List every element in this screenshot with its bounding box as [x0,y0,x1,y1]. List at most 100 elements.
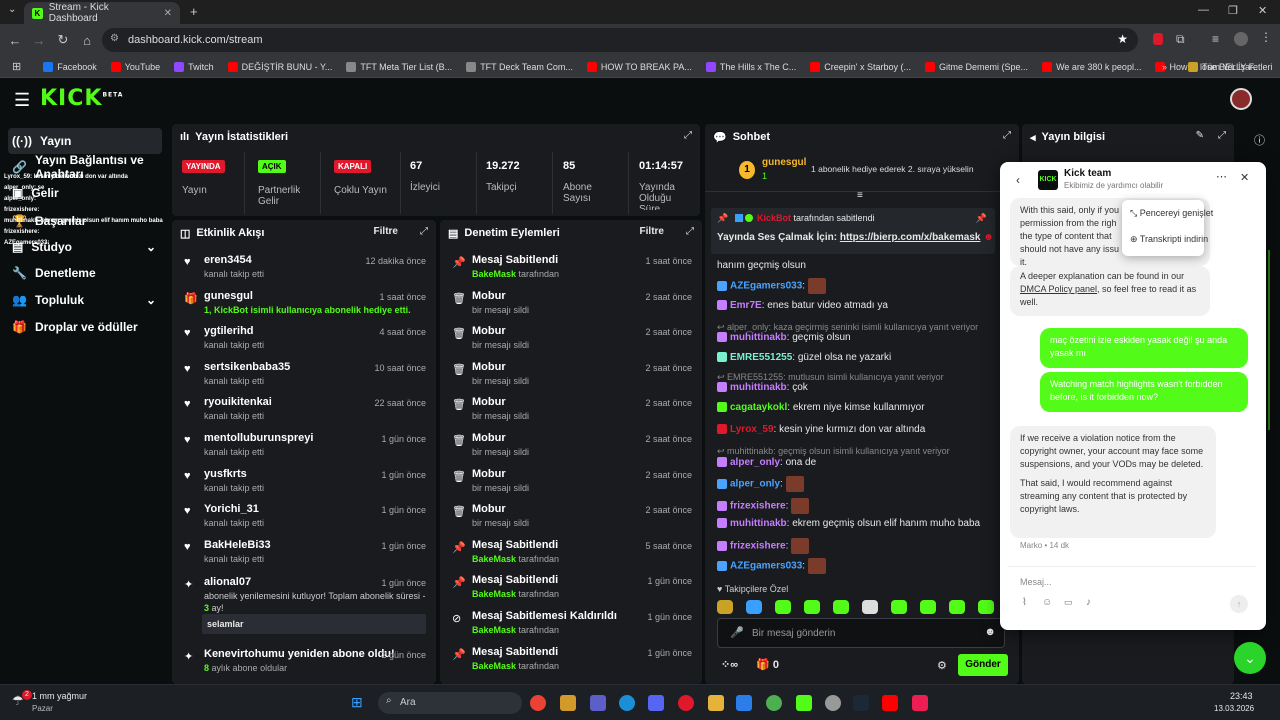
tab-close-icon[interactable]: ✕ [164,8,172,19]
moderator-name[interactable]: BakeMask [472,589,516,599]
chat-username[interactable]: alper_only [730,479,780,490]
kick-logo[interactable]: KICKBETA [40,86,123,111]
close-icon[interactable]: ✕ [1240,171,1249,184]
opera-icon[interactable] [678,695,694,711]
app-icon[interactable] [825,695,841,711]
back-icon[interactable]: ‹ [1016,173,1020,187]
gift-icon[interactable]: 🎁 [756,659,770,671]
forward-icon[interactable]: → [32,33,46,48]
mic-icon[interactable]: 🎤 [730,626,744,639]
chat-username[interactable]: muhittinakb [730,382,787,393]
event-user[interactable]: ryouikitenkai [204,396,272,408]
chrome-icon[interactable] [530,695,546,711]
weather-text[interactable]: 1 mm yağmur [32,691,87,701]
chat-username[interactable]: Lyrox_59 [730,424,774,435]
filter-button[interactable]: Filtre [640,226,664,237]
emote-icon[interactable] [833,600,849,614]
edit-icon[interactable]: ✎ [1196,130,1204,141]
support-launcher-button[interactable]: ⌄ [1234,642,1266,674]
support-input[interactable]: Mesaj... ⌇ ☺ ▭ ♪ ↑ [1008,566,1256,622]
media-icon[interactable]: ≡ [1212,32,1219,46]
unpin-icon[interactable]: 📌 [976,213,987,224]
send-button[interactable]: Gönder [958,654,1008,676]
extensions-puzzle-icon[interactable]: ⧉ [1176,32,1185,47]
event-user[interactable]: BakHeleBi33 [204,539,271,551]
kick-app-icon[interactable] [796,695,812,711]
event-user[interactable]: Yorichi_31 [204,503,259,515]
top-gifter-name[interactable]: gunesgul [762,157,806,168]
sidebar-item-denetleme[interactable]: 🔧 Denetleme [8,260,162,286]
emote-icon[interactable] [804,600,820,614]
emote-icon[interactable] [862,600,878,614]
bookmark-item[interactable]: We are 380 k peopl... [1042,61,1141,72]
extension-icon[interactable] [1153,33,1163,45]
user-avatar[interactable] [1230,88,1252,110]
taskbar-search[interactable]: ⌕ Ara [378,692,522,714]
more-options-icon[interactable]: ⋯ [1216,170,1227,183]
sidebar-item-droplar[interactable]: 🎁 Droplar ve ödüller [8,314,162,340]
bookmark-item[interactable]: Facebook [43,61,97,72]
pinned-link[interactable]: https://bierp.com/x/bakemask [840,232,981,243]
edge-icon[interactable] [619,695,635,711]
apps-grid-icon[interactable]: ⊞ [12,60,21,73]
emote-icon[interactable] [891,600,907,614]
attach-icon[interactable]: ⌇ [1022,597,1027,608]
all-bookmarks[interactable]: Tüm Yer İşaretleri [1188,61,1273,72]
browser-tab[interactable]: K Stream - Kick Dashboard ✕ [24,2,180,24]
event-user[interactable]: eren3454 [204,254,252,266]
clock-time[interactable]: 23:43 [1230,691,1253,701]
tiktok-icon[interactable] [912,695,928,711]
url-input[interactable]: ⚙ dashboard.kick.com/stream ★ [102,28,1138,52]
event-user[interactable]: ygtilerihd [204,325,254,337]
chat-username[interactable]: muhittinakb [730,332,787,343]
filter-button[interactable]: Filtre [374,226,398,237]
points-icon[interactable]: ⁘ [721,659,730,671]
emote-icon[interactable] [746,600,762,614]
bookmark-item[interactable]: TFT Meta Tier List (B... [346,61,452,72]
emote-icon[interactable] [717,600,733,614]
bookmark-item[interactable]: DEĞİŞTİR BUNU - Y... [227,61,332,72]
mic-icon[interactable]: ♪ [1086,597,1091,608]
chat-username[interactable]: EMRE551255 [730,352,792,363]
steam-icon[interactable] [853,695,869,711]
settings-gear-icon[interactable]: ⚙ [937,659,947,672]
moderator-name[interactable]: BakeMask [472,554,516,564]
reload-icon[interactable]: ↻ [56,32,70,48]
chat-username[interactable]: AZEgamers033 [730,561,802,572]
folder-icon[interactable] [708,695,724,711]
bookmark-item[interactable]: Creepin' x Starboy (... [810,61,911,72]
moderator-name[interactable]: BakeMask [472,661,516,671]
windows-start-icon[interactable]: ⊞ [351,694,363,711]
bookmark-item[interactable]: Twitch [174,61,214,72]
tab-list-icon[interactable]: ⌄ [8,4,16,15]
menu-item-download[interactable]: ⊕ Transkripti indirin [1130,234,1208,245]
profile-avatar-icon[interactable] [1234,32,1248,46]
dmca-link[interactable]: DMCA Policy panel [1020,284,1097,294]
emote-icon[interactable] [949,600,965,614]
new-tab-icon[interactable]: + [190,4,198,19]
info-circle-icon[interactable]: ⓘ [1254,132,1265,148]
browser-menu-icon[interactable]: ⋮ [1260,30,1272,44]
collapse-icon[interactable]: ≡ [857,190,863,201]
bookmark-item[interactable]: Gitme Dememi (Spe... [925,61,1028,72]
expand-icon[interactable]: ⤢ [686,226,694,237]
more-bookmarks-icon[interactable]: » [1162,62,1167,72]
close-window-icon[interactable]: ✕ [1258,4,1267,17]
bookmark-item[interactable]: HOW TO BREAK PA... [586,61,692,72]
menu-item-expand[interactable]: ⤡ Pencereyi genişlet [1130,208,1213,219]
youtube-icon[interactable] [882,695,898,711]
chat-username[interactable]: frizexishere [730,501,786,512]
home-icon[interactable]: ⌂ [80,33,94,48]
expand-icon[interactable]: ⤢ [1218,130,1226,141]
photos-icon[interactable] [736,695,752,711]
resub-user[interactable]: alional07 [204,576,251,588]
moderator-name[interactable]: BakeMask [472,269,516,279]
chat-username[interactable]: cagataykokl [730,402,787,413]
chrome-active-icon[interactable] [766,695,782,711]
chat-username[interactable]: muhittinakb [730,518,787,529]
maximize-icon[interactable]: ❐ [1228,4,1238,17]
chat-input[interactable]: 🎤 Bir mesaj gönderin ☻ [717,618,1005,648]
teams-icon[interactable] [590,695,606,711]
bookmark-item[interactable]: The Hills x The C... [705,61,796,72]
event-user[interactable]: gunesgul [204,290,253,302]
